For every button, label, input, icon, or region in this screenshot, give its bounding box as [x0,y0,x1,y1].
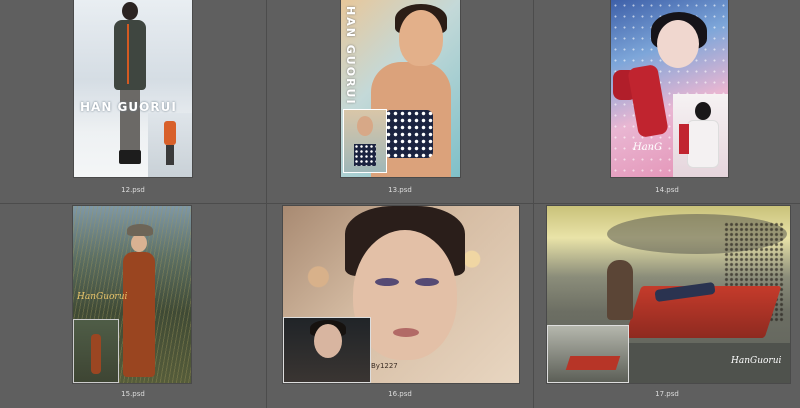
thumbnail-image[interactable]: HanGuorui [547,206,790,383]
thumbnail-item[interactable]: HAN GUORUI 12.psd [0,0,266,204]
thumbnail-image[interactable]: HAN GUORUI [341,0,460,177]
thumbnail-image[interactable]: HanGuorui [73,206,191,383]
overlay-text: HanGuorui [77,292,128,302]
thumbnail-item[interactable]: HanGuorui 15.psd [0,204,266,408]
overlay-text: HAN GUORUI [344,6,357,106]
thumbnail-image[interactable]: By1227 [283,206,519,383]
inset-photo [547,325,629,383]
figure [110,2,150,164]
thumbnail-item[interactable]: HAN GUORUI 13.psd [267,0,533,204]
thumbnail-item[interactable]: By1227 16.psd [267,204,533,408]
thumbnail-grid: HAN GUORUI 12.psd HAN GUORUI 13.psd HanG… [0,0,800,408]
thumbnail-image[interactable]: HAN GUORUI [74,0,192,177]
thumbnail-caption: 16.psd [388,390,412,398]
thumbnail-caption: 14.psd [655,186,679,194]
inset-photo [673,94,728,177]
inset-photo [343,109,387,173]
inset-photo [148,113,192,177]
thumbnail-item[interactable]: HanG 14.psd [534,0,800,204]
thumbnail-image[interactable]: HanG [611,0,728,177]
thumbnail-caption: 13.psd [388,186,412,194]
thumbnail-caption: 12.psd [121,186,145,194]
overlay-text: By1227 [371,362,398,370]
overlay-text: HAN GUORUI [80,100,177,114]
thumbnail-caption: 15.psd [121,390,145,398]
thumbnail-caption: 17.psd [655,390,679,398]
inset-photo [73,319,119,383]
thumbnail-item[interactable]: HanGuorui 17.psd [534,204,800,408]
overlay-text: HanGuorui [731,356,782,366]
inset-photo [283,317,371,383]
overlay-text: HanG [633,142,663,153]
